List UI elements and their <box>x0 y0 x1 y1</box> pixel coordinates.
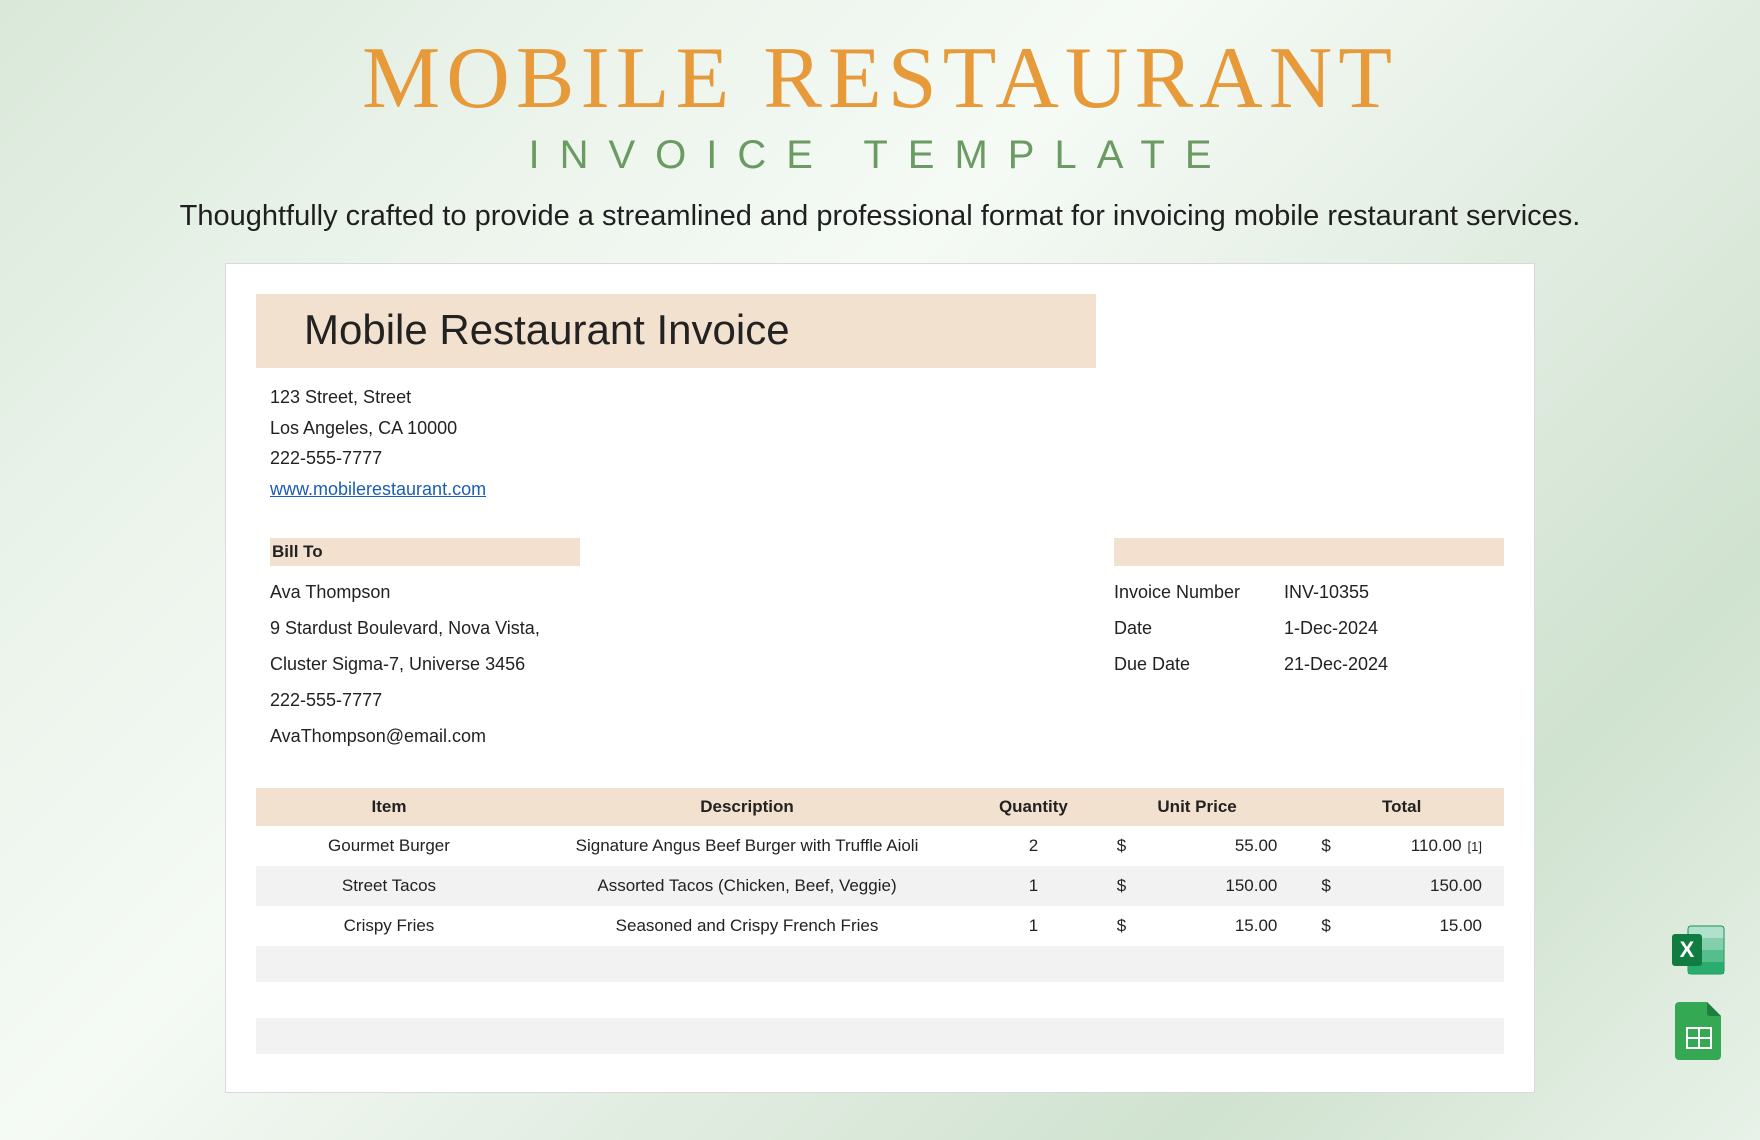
col-quantity: Quantity <box>972 788 1095 826</box>
table-row: Street TacosAssorted Tacos (Chicken, Bee… <box>256 866 1504 906</box>
table-row: Gourmet BurgerSignature Angus Beef Burge… <box>256 826 1504 866</box>
table-row: Crispy FriesSeasoned and Crispy French F… <box>256 906 1504 946</box>
items-table: Item Description Quantity Unit Price Tot… <box>256 788 1504 1054</box>
cell-unit-price: $150.00 <box>1095 866 1300 906</box>
bill-to-heading: Bill To <box>270 538 580 566</box>
meta-heading-band <box>1114 538 1504 566</box>
invoice-due-date-value: 21-Dec-2024 <box>1284 646 1388 682</box>
table-row-empty <box>256 946 1504 982</box>
col-total: Total <box>1299 788 1504 826</box>
hero-title: MOBILE RESTAURANT <box>0 0 1760 129</box>
invoice-number-label: Invoice Number <box>1114 574 1284 610</box>
sheets-icon[interactable] <box>1670 1002 1728 1058</box>
company-block: 123 Street, Street Los Angeles, CA 10000… <box>256 382 1504 504</box>
bill-to-address-1: 9 Stardust Boulevard, Nova Vista, <box>270 610 1114 646</box>
invoice-document: Mobile Restaurant Invoice 123 Street, St… <box>225 263 1535 1093</box>
cell-quantity: 1 <box>972 866 1095 906</box>
company-phone: 222-555-7777 <box>270 443 1504 474</box>
cell-unit-price: $55.00 <box>1095 826 1300 866</box>
bill-to-name: Ava Thompson <box>270 574 1114 610</box>
excel-icon[interactable]: X <box>1670 922 1728 978</box>
company-website-link[interactable]: www.mobilerestaurant.com <box>270 479 486 499</box>
cell-item: Gourmet Burger <box>256 826 522 866</box>
col-unit-price: Unit Price <box>1095 788 1300 826</box>
col-description: Description <box>522 788 972 826</box>
company-address-2: Los Angeles, CA 10000 <box>270 413 1504 444</box>
cell-total: $150.00 <box>1299 866 1504 906</box>
doc-title: Mobile Restaurant Invoice <box>304 306 1096 354</box>
cell-unit-price: $15.00 <box>1095 906 1300 946</box>
cell-item: Crispy Fries <box>256 906 522 946</box>
invoice-date-label: Date <box>1114 610 1284 646</box>
invoice-number-value: INV-10355 <box>1284 574 1369 610</box>
table-row-empty <box>256 1018 1504 1054</box>
cell-total: $110.00[1] <box>1299 826 1504 866</box>
cell-item: Street Tacos <box>256 866 522 906</box>
cell-description: Signature Angus Beef Burger with Truffle… <box>522 826 972 866</box>
cell-description: Assorted Tacos (Chicken, Beef, Veggie) <box>522 866 972 906</box>
col-item: Item <box>256 788 522 826</box>
cell-total: $15.00 <box>1299 906 1504 946</box>
bill-to-email: AvaThompson@email.com <box>270 718 1114 754</box>
cell-quantity: 2 <box>972 826 1095 866</box>
hero-subtitle: INVOICE TEMPLATE <box>0 133 1760 178</box>
hero-description: Thoughtfully crafted to provide a stream… <box>0 200 1760 233</box>
invoice-date-value: 1-Dec-2024 <box>1284 610 1378 646</box>
bill-to-address-2: Cluster Sigma-7, Universe 3456 <box>270 646 1114 682</box>
bill-to-phone: 222-555-7777 <box>270 682 1114 718</box>
company-address-1: 123 Street, Street <box>270 382 1504 413</box>
invoice-due-date-label: Due Date <box>1114 646 1284 682</box>
doc-title-bar: Mobile Restaurant Invoice <box>256 294 1096 368</box>
cell-quantity: 1 <box>972 906 1095 946</box>
table-row-empty <box>256 982 1504 1018</box>
cell-description: Seasoned and Crispy French Fries <box>522 906 972 946</box>
svg-text:X: X <box>1680 937 1695 962</box>
